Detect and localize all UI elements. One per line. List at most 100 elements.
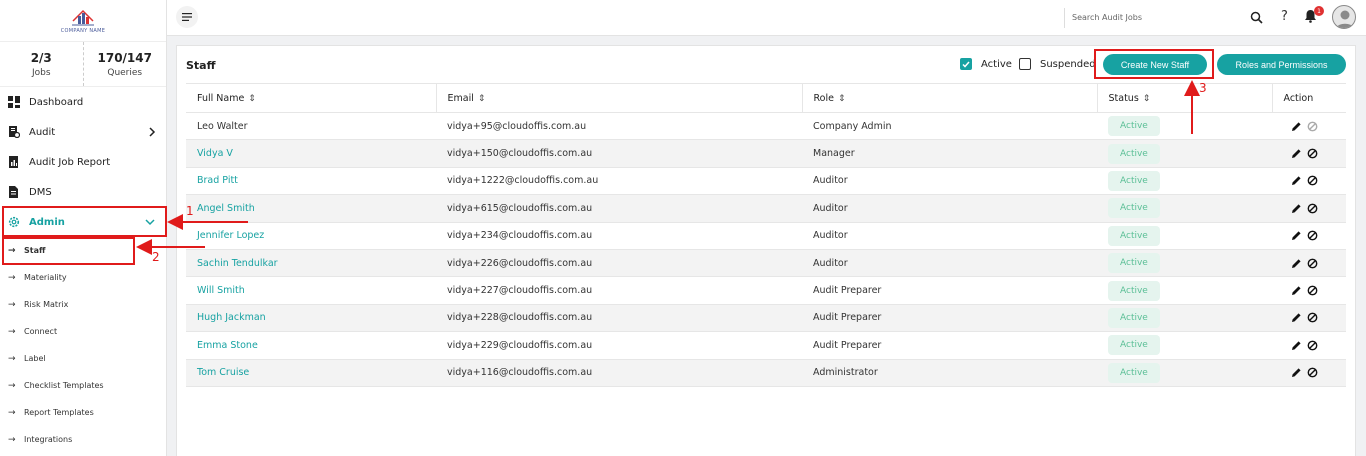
search-box[interactable]: Search Audit Jobs [1064,8,1264,28]
disable-user-icon[interactable] [1307,230,1318,241]
staff-name-link[interactable]: Emma Stone [186,331,436,360]
edit-pencil-icon[interactable] [1291,175,1302,186]
staff-name-link[interactable]: Sachin Tendulkar [186,249,436,278]
sidebar-item-dms[interactable]: DMS [0,177,166,207]
disable-user-icon[interactable] [1307,148,1318,159]
sort-icon[interactable]: ⇕ [248,94,256,104]
staff-role: Auditor [802,249,1097,278]
column-header-role[interactable]: Role ⇕ [801,83,1097,113]
sort-icon[interactable]: ⇕ [1143,94,1151,104]
filter-suspended-checkbox[interactable]: Suspended [1019,58,1096,70]
edit-pencil-icon[interactable] [1291,340,1302,351]
search-input[interactable]: Search Audit Jobs [1072,13,1142,22]
edit-pencil-icon[interactable] [1291,230,1302,241]
column-header-full-name[interactable]: Full Name ⇕ [186,83,436,113]
edit-pencil-icon[interactable] [1291,121,1302,132]
staff-name-link[interactable]: Hugh Jackman [186,304,436,333]
sort-icon[interactable]: ⇕ [478,94,486,104]
sort-icon[interactable]: ⇕ [838,94,846,104]
stats-panel: 2/3 Jobs 170/147 Queries [0,42,166,87]
column-header-email[interactable]: Email ⇕ [435,83,802,113]
table-row[interactable]: Leo Walter vidya+95@cloudoffis.com.au Comp… [186,112,1346,141]
staff-role: Manager [802,139,1097,168]
disable-user-icon[interactable] [1307,175,1318,186]
subnav-item-materiality[interactable]: → Materiality [0,264,166,291]
disable-user-icon[interactable] [1307,203,1318,214]
annotation-number-1: 1 [186,204,194,218]
staff-actions [1272,139,1346,168]
staff-status-cell: Active [1097,276,1272,305]
sidebar-item-audit[interactable]: Audit [0,117,166,147]
disable-user-icon[interactable] [1307,258,1318,269]
notification-badge: 1 [1314,6,1324,16]
user-avatar[interactable] [1332,5,1356,29]
column-header-status[interactable]: Status ⇕ [1096,83,1272,113]
disable-user-icon[interactable] [1307,340,1318,351]
staff-actions [1272,276,1346,305]
staff-role: Audit Preparer [802,276,1097,305]
edit-pencil-icon[interactable] [1291,285,1302,296]
table-row[interactable]: Tom Cruise vidya+116@cloudoffis.com.au Adm… [186,359,1346,387]
subnav-item-risk-matrix[interactable]: → Risk Matrix [0,291,166,318]
edit-pencil-icon[interactable] [1291,312,1302,323]
page-title: Staff [186,59,216,72]
table-row[interactable]: Angel Smith vidya+615@cloudoffis.com.au Au… [186,194,1346,223]
annotation-number-2: 2 [152,250,160,264]
subnav-item-integrations[interactable]: → Integrations [0,426,166,453]
subnav-item-connect[interactable]: → Connect [0,318,166,345]
table-row[interactable]: Vidya Vvidya+150@cloudoffis.com.au Manage… [186,139,1346,168]
edit-pencil-icon[interactable] [1291,367,1302,378]
subnav-item-checklist-templates[interactable]: → Checklist Templates [0,372,166,399]
staff-status-cell: Active [1097,359,1272,387]
sidebar-item-dashboard[interactable]: Dashboard [0,87,166,117]
subnav-item-label: Materiality [24,273,67,282]
disable-user-icon[interactable] [1307,312,1318,323]
disable-user-icon-inactive [1307,121,1318,132]
menu-toggle-button[interactable] [176,6,198,28]
table-row[interactable]: Hugh Jackman vidya+228@cloudoffis.com.au A… [186,304,1346,333]
document-icon [8,186,20,198]
subnav-item-label-page[interactable]: → Label [0,345,166,372]
roles-and-permissions-button[interactable]: Roles and Permissions [1217,54,1346,75]
disable-user-icon[interactable] [1307,367,1318,378]
arrow-right-icon: → [8,326,16,337]
table-row[interactable]: Brad Pitt vidya+1222@cloudoffis.com.au Aud… [186,167,1346,196]
staff-name-link[interactable]: Vidya V [186,139,436,168]
arrow-right-icon: → [8,434,16,445]
status-badge: Active [1108,253,1160,274]
edit-pencil-icon[interactable] [1291,258,1302,269]
subnav-item-label: Label [24,354,46,363]
subnav-item-report-templates[interactable]: → Report Templates [0,399,166,426]
header-label: Email [447,92,474,104]
sidebar-item-label: Audit [29,126,56,138]
company-logo[interactable]: COMPANY NAME [0,0,166,42]
staff-name-link[interactable]: Brad Pitt [186,167,436,196]
edit-pencil-icon[interactable] [1291,203,1302,214]
help-icon[interactable]: ? [1281,9,1288,24]
staff-name-link[interactable]: Tom Cruise [186,359,436,387]
column-header-action: Action [1271,83,1346,113]
logo-building-icon [72,9,94,26]
search-icon[interactable] [1250,11,1263,24]
status-badge: Active [1108,280,1160,301]
staff-name-link[interactable]: Angel Smith [186,194,436,223]
logo-text: COMPANY NAME [60,28,106,34]
filter-active-checkbox[interactable]: Active [960,58,1012,70]
jobs-count: 2/3 [30,50,52,65]
disable-user-icon[interactable] [1307,285,1318,296]
checkbox-checked-icon [960,58,972,70]
table-row[interactable]: Sachin Tendulkar vidya+226@cloudoffis.com… [186,249,1346,278]
sidebar-item-audit-job-report[interactable]: Audit Job Report [0,147,166,177]
dashboard-icon [8,96,20,108]
table-row[interactable]: Emma Stone vidya+229@cloudoffis.com.au Aud… [186,331,1346,360]
staff-table: Full Name ⇕ Email ⇕ Role ⇕ Status ⇕ Action L… [186,83,1346,387]
staff-actions [1272,249,1346,278]
arrow-right-icon: → [8,353,16,364]
user-icon [1336,10,1354,28]
table-row[interactable]: Jennifer Lopez vidya+234@cloudoffis.com.a… [186,222,1346,250]
chevron-right-icon [149,127,156,137]
table-row[interactable]: Will Smith vidya+227@cloudoffis.com.au Aud… [186,276,1346,305]
edit-pencil-icon[interactable] [1291,148,1302,159]
staff-name-link[interactable]: Will Smith [186,276,436,305]
staff-name-link[interactable]: Jennifer Lopez [186,222,436,250]
